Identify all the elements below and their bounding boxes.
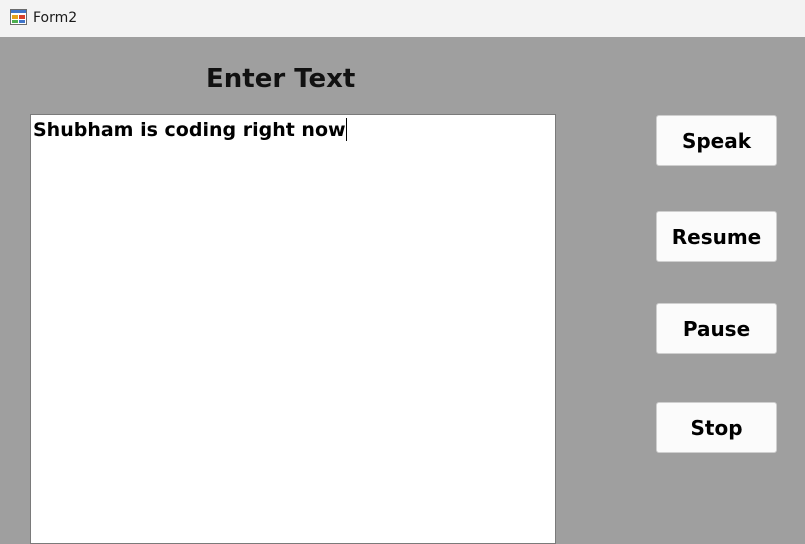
window-title: Form2 — [33, 10, 78, 26]
text-caret — [345, 118, 347, 141]
pause-button[interactable]: Pause — [656, 303, 777, 354]
enter-text-label: Enter Text — [206, 64, 356, 94]
form-client-area: Enter Text Shubham is coding right now S… — [0, 37, 805, 544]
title-bar[interactable]: Form2 — [0, 0, 805, 37]
resume-button[interactable]: Resume — [656, 211, 777, 262]
form-app-icon — [10, 9, 27, 25]
text-input-area[interactable]: Shubham is coding right now — [30, 114, 556, 544]
speak-button[interactable]: Speak — [656, 115, 777, 166]
text-input-value: Shubham is coding right now — [33, 119, 346, 141]
stop-button[interactable]: Stop — [656, 402, 777, 453]
